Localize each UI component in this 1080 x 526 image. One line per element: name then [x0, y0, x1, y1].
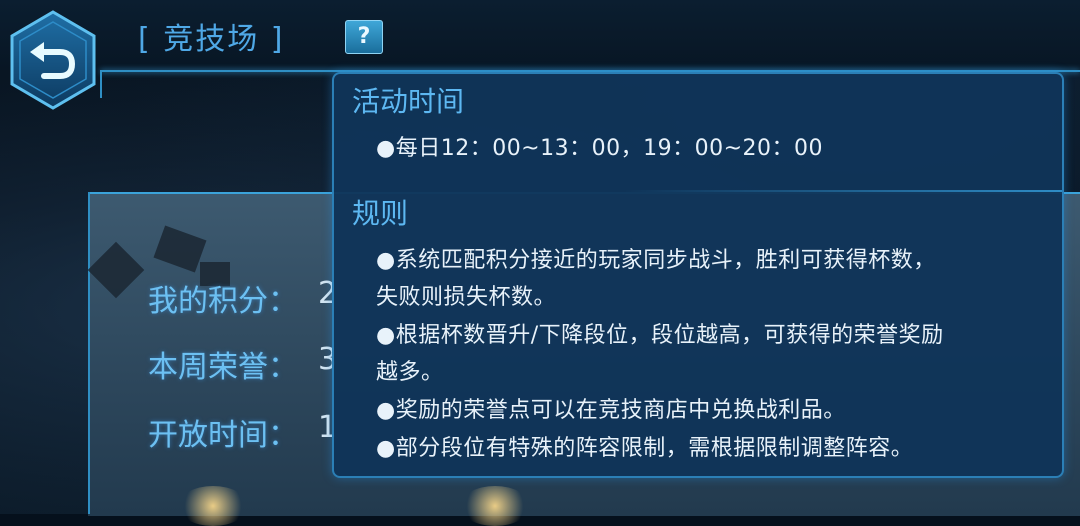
trophy-glow	[460, 486, 530, 526]
main-panel-edge	[88, 192, 126, 514]
my-points-label: 我的积分：	[148, 284, 298, 319]
rule-line: 越多。	[376, 360, 444, 385]
section-divider	[624, 190, 1062, 192]
rule-line: ●系统匹配积分接近的玩家同步战斗，胜利可获得杯数，	[376, 248, 936, 273]
rule-line: ●部分段位有特殊的阵容限制，需根据限制调整阵容。	[376, 436, 914, 461]
rules-tooltip: 活动时间 ●每日12：00~13：00，19：00~20：00 规则 ●系统匹配…	[332, 72, 1064, 478]
weekly-honor-label: 本周荣誉：	[148, 350, 298, 385]
rule-line: 失败则损失杯数。	[376, 285, 557, 310]
back-button[interactable]	[6, 8, 100, 112]
trophy-glow	[178, 486, 248, 526]
page-title: [ 竞技场 ]	[138, 22, 285, 57]
header-divider-tick	[100, 70, 102, 98]
help-button[interactable]: ?	[345, 20, 383, 54]
open-time-label: 开放时间：	[148, 418, 298, 453]
activity-time-text: ●每日12：00~13：00，19：00~20：00	[376, 136, 824, 161]
rule-line: ●奖励的荣誉点可以在竞技商店中兑换战利品。	[376, 398, 846, 423]
activity-time-heading: 活动时间	[352, 85, 465, 118]
rule-line: ●根据杯数晋升/下降段位，段位越高，可获得的荣誉奖励	[376, 323, 944, 348]
rules-heading: 规则	[352, 197, 409, 230]
back-arrow-icon	[10, 10, 96, 110]
